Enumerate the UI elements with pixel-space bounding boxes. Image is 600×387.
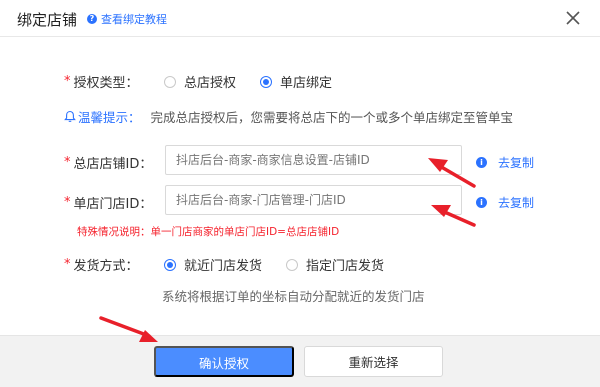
annotation-arrows [99,158,476,342]
annotation-arrow [428,158,476,188]
annotation-arrow [99,316,158,342]
annotation-arrow [431,205,476,227]
